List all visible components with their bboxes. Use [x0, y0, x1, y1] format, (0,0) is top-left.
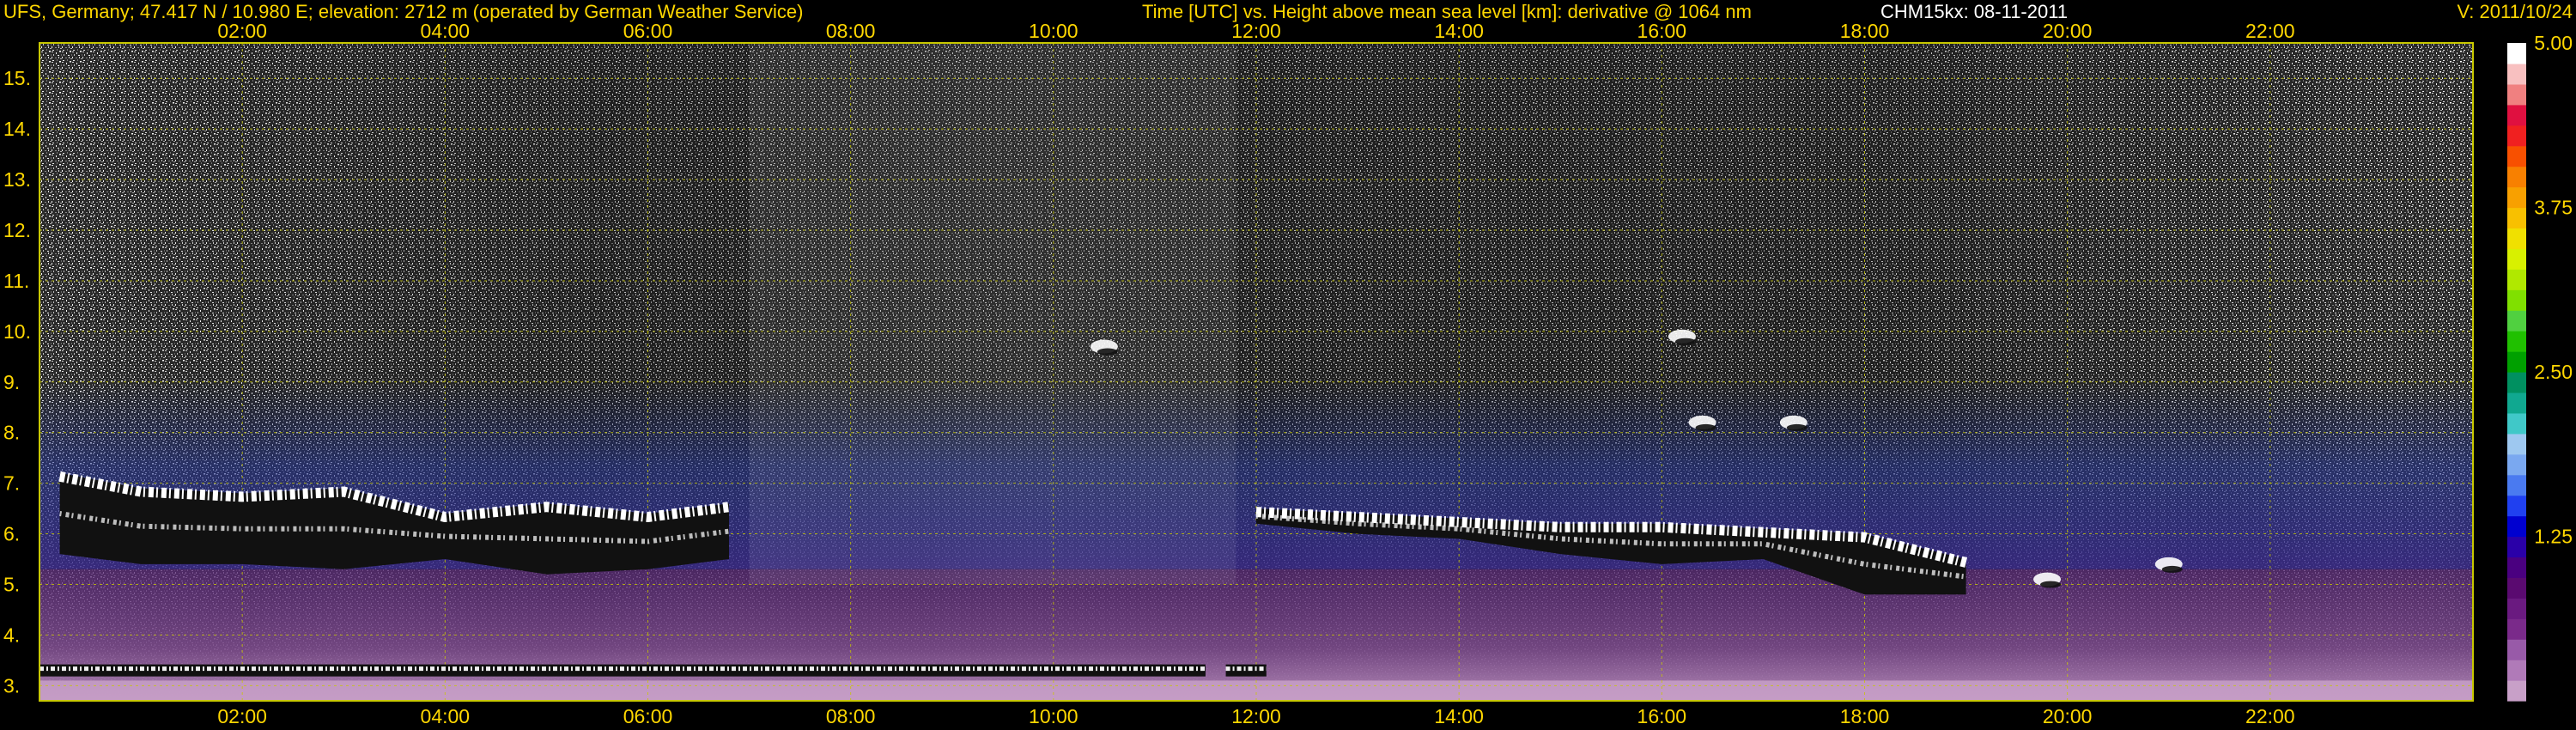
y-tick-label: 9. [3, 371, 20, 393]
isolated-cloud-shadow [2040, 581, 2062, 588]
x-tick-label-bottom: 10:00 [1029, 705, 1078, 727]
colorbar-swatch [2507, 495, 2526, 517]
x-tick-label-bottom: 12:00 [1231, 705, 1281, 727]
x-tick-label-top: 02:00 [217, 20, 267, 42]
colorbar-swatch [2507, 104, 2526, 126]
x-tick-label-top: 12:00 [1231, 20, 1281, 42]
y-tick-label: 6. [3, 523, 20, 545]
midday-noise-region [749, 43, 1236, 585]
colorbar-swatch [2507, 310, 2526, 332]
colorbar-swatch [2507, 248, 2526, 270]
colorbar-tick-label: 5.00 [2534, 32, 2573, 54]
colorbar-swatch [2507, 598, 2526, 619]
colorbar-swatch [2507, 166, 2526, 188]
colorbar-swatch [2507, 331, 2526, 352]
y-tick-label: 12. [3, 219, 31, 241]
colorbar: 1.25 2.50 3.75 5.00 [2507, 32, 2573, 702]
isolated-cloud-shadow [1695, 423, 1716, 431]
colorbar-swatch [2507, 351, 2526, 373]
x-tick-label-top: 22:00 [2245, 20, 2295, 42]
colorbar-swatch [2507, 125, 2526, 147]
y-tick-label: 14. [3, 118, 31, 140]
y-tick-label: 10. [3, 320, 31, 343]
x-tick-label-top: 10:00 [1029, 20, 1078, 42]
x-tick-label-bottom: 06:00 [623, 705, 673, 727]
colorbar-swatch [2507, 639, 2526, 660]
x-tick-label-top: 08:00 [826, 20, 876, 42]
colorbar-swatch [2507, 660, 2526, 681]
x-tick-label-top: 04:00 [421, 20, 471, 42]
y-tick-label: 13. [3, 168, 31, 191]
colorbar-swatch [2507, 269, 2526, 290]
colorbar-swatch [2507, 392, 2526, 414]
colorbar-swatch [2507, 577, 2526, 599]
x-tick-label-top: 16:00 [1637, 20, 1687, 42]
colorbar-swatch [2507, 680, 2526, 702]
x-tick-label-bottom: 22:00 [2245, 705, 2295, 727]
colorbar-swatch [2507, 372, 2526, 393]
x-tick-label-bottom: 18:00 [1840, 705, 1890, 727]
y-tick-label: 7. [3, 472, 20, 495]
colorbar-swatch [2507, 536, 2526, 558]
colorbar-swatch [2507, 474, 2526, 496]
colorbar-swatch [2507, 289, 2526, 311]
x-tick-label-bottom: 16:00 [1637, 705, 1687, 727]
x-tick-label-top: 14:00 [1434, 20, 1484, 42]
colorbar-swatch [2507, 43, 2526, 64]
isolated-cloud-shadow [1674, 338, 1696, 345]
colorbar-tick-label: 2.50 [2534, 361, 2573, 383]
y-tick-label: 5. [3, 573, 20, 595]
y-tick-label: 3. [3, 674, 20, 697]
x-tick-label-bottom: 02:00 [217, 705, 267, 727]
colorbar-tick-label: 3.75 [2534, 197, 2573, 219]
colorbar-tick-label: 1.25 [2534, 526, 2573, 548]
colorbar-swatch [2507, 412, 2526, 435]
colorbar-swatch [2507, 453, 2526, 476]
colorbar-swatch [2507, 618, 2526, 640]
isolated-cloud-shadow [1786, 423, 1807, 431]
y-tick-label: 4. [3, 624, 20, 646]
x-tick-label-top: 18:00 [1840, 20, 1890, 42]
colorbar-swatch [2507, 83, 2526, 106]
x-tick-label-bottom: 20:00 [2043, 705, 2093, 727]
colorbar-swatch [2507, 433, 2526, 455]
isolated-cloud-shadow [2161, 565, 2183, 573]
colorbar-swatch [2507, 228, 2526, 249]
colorbar-swatch [2507, 186, 2526, 209]
y-tick-label: 8. [3, 422, 20, 444]
x-tick-label-bottom: 08:00 [826, 705, 876, 727]
colorbar-swatch [2507, 145, 2526, 167]
isolated-cloud-shadow [1097, 348, 1118, 356]
x-tick-label-top: 20:00 [2043, 20, 2093, 42]
colorbar-swatch [2507, 515, 2526, 538]
surface-floor [39, 680, 2473, 701]
colorbar-swatch [2507, 63, 2526, 85]
colorbar-swatch [2507, 557, 2526, 578]
x-tick-label-bottom: 14:00 [1434, 705, 1484, 727]
y-tick-label: 11. [3, 270, 29, 292]
x-tick-label-bottom: 04:00 [421, 705, 471, 727]
x-tick-label-top: 06:00 [623, 20, 673, 42]
y-tick-label: 15. [3, 67, 31, 89]
colorbar-swatch [2507, 207, 2526, 229]
ceilometer-chart: 02:00 02:00 04:00 04:00 06:00 06:00 08:00 08:00… [3, 20, 2573, 727]
